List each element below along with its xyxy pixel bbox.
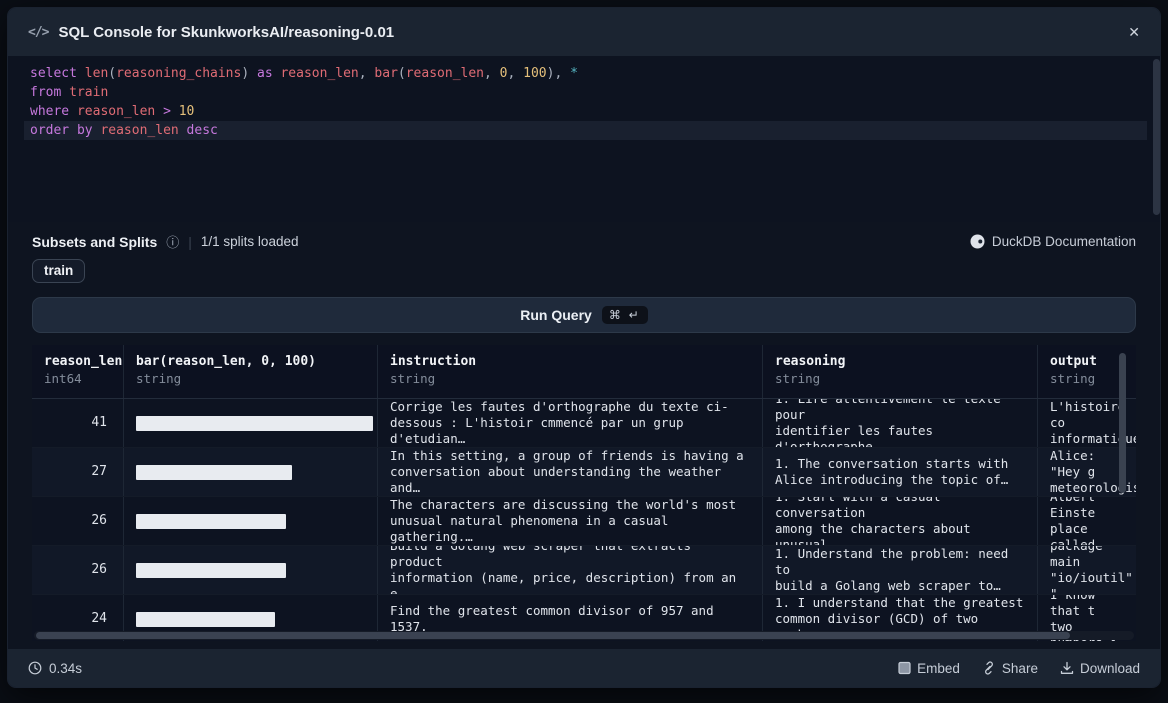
- cell-instruction: Corrige les fautes d'orthographe du text…: [378, 399, 763, 447]
- modal-footer: 0.34s Embed Share Download: [8, 649, 1160, 687]
- sql-console-modal: </> SQL Console for SkunkworksAI/reasoni…: [8, 8, 1160, 687]
- cell-reasoning: 1. Start with a casual conversation amon…: [763, 497, 1038, 545]
- doc-link-label: DuckDB Documentation: [992, 234, 1136, 249]
- subsets-row: Subsets and Splits ⓘ | 1/1 splits loaded…: [32, 232, 1136, 251]
- column-header-bar[interactable]: bar(reason_len, 0, 100) string: [124, 345, 378, 398]
- share-label: Share: [1002, 661, 1038, 676]
- column-name: output: [1050, 354, 1124, 369]
- column-header-reason-len[interactable]: reason_len int64: [32, 345, 124, 398]
- modal-title: SQL Console for SkunkworksAI/reasoning-0…: [58, 24, 394, 41]
- sql-code-line: order by reason_len desc: [24, 121, 1147, 140]
- code-icon: </>: [28, 25, 48, 40]
- query-duration: 0.34s: [28, 661, 82, 676]
- download-icon: [1060, 661, 1074, 675]
- table-row[interactable]: 26 The characters are discussing the worl…: [32, 497, 1136, 546]
- table-header-row: reason_len int64 bar(reason_len, 0, 100)…: [32, 345, 1136, 399]
- info-icon[interactable]: ⓘ: [166, 232, 179, 251]
- embed-button[interactable]: Embed: [898, 661, 960, 676]
- splits-loaded-status: 1/1 splits loaded: [201, 234, 299, 249]
- table-row[interactable]: 26 Build a Golang web scraper that extrac…: [32, 546, 1136, 595]
- modal-header: </> SQL Console for SkunkworksAI/reasoni…: [8, 8, 1160, 56]
- column-name: reason_len: [44, 354, 111, 369]
- subsets-title: Subsets and Splits: [32, 234, 157, 250]
- editor-scrollbar[interactable]: [1153, 59, 1160, 215]
- share-button[interactable]: Share: [982, 661, 1038, 676]
- table-row[interactable]: 27 In this setting, a group of friends is…: [32, 448, 1136, 497]
- column-name: reasoning: [775, 354, 1025, 369]
- cell-instruction: In this setting, a group of friends is h…: [378, 448, 763, 496]
- split-chip-train[interactable]: train: [32, 259, 85, 283]
- sql-code-line: select len(reasoning_chains) as reason_l…: [24, 64, 1147, 83]
- cell-output: Albert Einste place called: [1038, 497, 1136, 545]
- column-type: string: [1050, 371, 1124, 386]
- column-type: string: [136, 371, 365, 386]
- run-query-label: Run Query: [520, 307, 592, 323]
- cell-reason-len: 41: [32, 399, 124, 447]
- column-header-instruction[interactable]: instruction string: [378, 345, 763, 398]
- cell-reasoning: 1. Understand the problem: need to build…: [763, 546, 1038, 594]
- cell-reason-len: 27: [32, 448, 124, 496]
- table-body: 41 Corrige les fautes d'orthographe du te…: [32, 399, 1136, 641]
- cell-instruction: Build a Golang web scraper that extracts…: [378, 546, 763, 594]
- column-name: bar(reason_len, 0, 100): [136, 354, 365, 369]
- sql-editor[interactable]: select len(reasoning_chains) as reason_l…: [8, 56, 1160, 222]
- download-label: Download: [1080, 661, 1140, 676]
- table-vertical-scrollbar[interactable]: [1119, 353, 1126, 493]
- table-horizontal-scrollbar[interactable]: [34, 631, 1134, 640]
- sql-code-line: from train: [24, 83, 1147, 102]
- bar-visualization: [136, 465, 292, 480]
- sql-code-line: where reason_len > 10: [24, 102, 1147, 121]
- column-name: instruction: [390, 354, 750, 369]
- bar-visualization: [136, 514, 286, 529]
- column-type: string: [775, 371, 1025, 386]
- cell-bar: [124, 448, 378, 496]
- cell-bar: [124, 497, 378, 545]
- cell-reason-len: 26: [32, 546, 124, 594]
- bar-visualization: [136, 563, 286, 578]
- clock-icon: [28, 661, 42, 675]
- column-header-reasoning[interactable]: reasoning string: [763, 345, 1038, 398]
- bar-visualization: [136, 416, 373, 431]
- cell-output: package main "io/ioutil" ": [1038, 546, 1136, 594]
- cell-bar: [124, 399, 378, 447]
- cell-reasoning: 1. The conversation starts with Alice in…: [763, 448, 1038, 496]
- page-backdrop: { "modal": { "title": "SQL Console for S…: [0, 0, 1168, 703]
- run-query-button[interactable]: Run Query ⌘ ↵: [32, 297, 1136, 333]
- keyboard-shortcut-badge: ⌘ ↵: [602, 306, 648, 324]
- column-type: int64: [44, 371, 111, 386]
- cell-instruction: The characters are discussing the world'…: [378, 497, 763, 545]
- cell-bar: [124, 546, 378, 594]
- download-button[interactable]: Download: [1060, 661, 1140, 676]
- horizontal-scrollbar-thumb[interactable]: [36, 632, 1070, 639]
- sql-code-lines: select len(reasoning_chains) as reason_l…: [24, 64, 1147, 140]
- duration-value: 0.34s: [49, 661, 82, 676]
- duckdb-documentation-link[interactable]: DuckDB Documentation: [970, 234, 1136, 249]
- cell-reasoning: 1. Lire attentivement le texte pour iden…: [763, 399, 1038, 447]
- split-chips-row: train: [32, 259, 1136, 283]
- footer-actions: Embed Share Download: [898, 661, 1140, 676]
- results-table: reason_len int64 bar(reason_len, 0, 100)…: [32, 345, 1136, 641]
- close-icon[interactable]: ✕: [1128, 25, 1140, 39]
- cell-reason-len: 26: [32, 497, 124, 545]
- table-row[interactable]: 41 Corrige les fautes d'orthographe du te…: [32, 399, 1136, 448]
- column-type: string: [390, 371, 750, 386]
- bar-visualization: [136, 612, 275, 627]
- embed-icon: [898, 661, 911, 675]
- duckdb-logo-icon: [970, 234, 985, 249]
- divider: |: [188, 234, 192, 250]
- link-icon: [982, 661, 996, 675]
- embed-label: Embed: [917, 661, 960, 676]
